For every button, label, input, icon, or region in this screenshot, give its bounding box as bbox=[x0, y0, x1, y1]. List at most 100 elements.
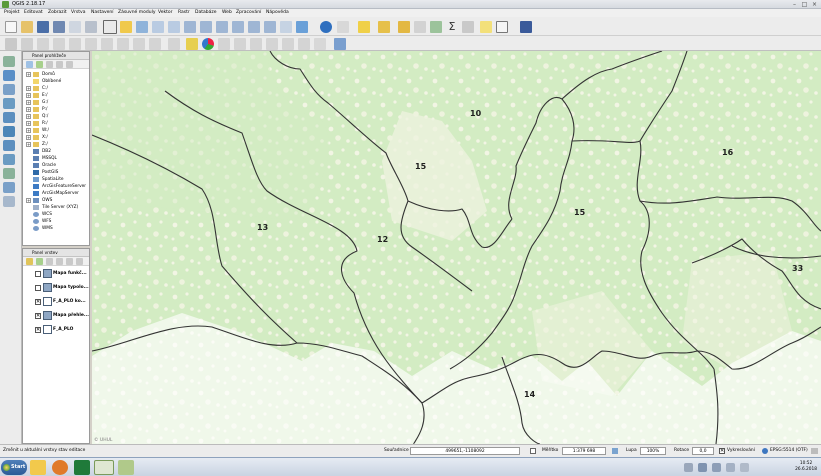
styling-icon[interactable] bbox=[26, 258, 33, 265]
layer-visibility-checkbox[interactable] bbox=[35, 285, 41, 291]
add-vector-layer-icon[interactable] bbox=[3, 56, 15, 67]
pin-labels-icon[interactable] bbox=[218, 38, 230, 50]
render-checkbox[interactable]: ✕ bbox=[719, 448, 725, 454]
move-label-icon[interactable] bbox=[250, 38, 262, 50]
undo-icon[interactable] bbox=[168, 38, 180, 50]
label-properties-icon[interactable] bbox=[298, 38, 310, 50]
cut-features-icon[interactable] bbox=[117, 38, 129, 50]
sum-icon[interactable]: Σ bbox=[446, 21, 458, 33]
zoom-selection-icon[interactable] bbox=[232, 21, 244, 33]
menu-rastr[interactable]: Rastr bbox=[178, 10, 190, 15]
add-virtual-layer-icon[interactable] bbox=[3, 182, 15, 193]
menu-databaze[interactable]: Databáze bbox=[195, 10, 217, 15]
collapse-all-icon[interactable] bbox=[56, 61, 63, 68]
refresh-browser-icon[interactable] bbox=[26, 61, 33, 68]
add-wms-layer-icon[interactable] bbox=[3, 126, 15, 137]
toggle-editing-icon[interactable] bbox=[314, 38, 326, 50]
add-selected-layers-icon[interactable] bbox=[36, 61, 43, 68]
menu-vrstva[interactable]: Vrstva bbox=[71, 10, 85, 15]
media-player-taskbar-icon[interactable] bbox=[52, 460, 68, 475]
new-shapefile-icon[interactable] bbox=[3, 196, 15, 207]
deselect-icon[interactable] bbox=[398, 21, 410, 33]
network-tray-icon[interactable] bbox=[698, 463, 707, 472]
text-annotation-icon[interactable] bbox=[496, 21, 508, 33]
qgis-taskbar-icon[interactable] bbox=[94, 460, 114, 475]
add-wcs-layer-icon[interactable] bbox=[3, 140, 15, 151]
filter-legend-icon[interactable] bbox=[56, 258, 63, 265]
label-tool-icon[interactable] bbox=[186, 38, 198, 50]
paste-features-icon[interactable] bbox=[149, 38, 161, 50]
add-postgis-layer-icon[interactable] bbox=[3, 84, 15, 95]
layer-visibility-checkbox[interactable]: ✕ bbox=[35, 313, 41, 319]
map-tips-icon[interactable] bbox=[480, 21, 492, 33]
explorer-taskbar-icon[interactable] bbox=[30, 460, 46, 475]
zoom-out-icon[interactable] bbox=[168, 21, 180, 33]
expand-icon[interactable]: + bbox=[26, 86, 31, 91]
messages-icon[interactable] bbox=[811, 448, 818, 454]
print-composer-icon[interactable] bbox=[69, 21, 81, 33]
minimize-button[interactable]: – bbox=[790, 1, 799, 8]
keyboard-tray-icon[interactable] bbox=[712, 463, 721, 472]
expand-all-icon[interactable] bbox=[66, 258, 73, 265]
pan-to-selection-icon[interactable] bbox=[136, 21, 148, 33]
crs-label[interactable]: EPSG:5514 (OTF) bbox=[770, 448, 808, 453]
menu-web[interactable]: Web bbox=[222, 10, 232, 15]
expand-icon[interactable]: + bbox=[26, 142, 31, 147]
copy-features-icon[interactable] bbox=[133, 38, 145, 50]
save-edits-icon[interactable] bbox=[37, 38, 49, 50]
change-label-icon[interactable] bbox=[282, 38, 294, 50]
properties-icon[interactable] bbox=[66, 61, 73, 68]
rotate-label-icon[interactable] bbox=[266, 38, 278, 50]
filter-icon[interactable] bbox=[46, 61, 53, 68]
add-feature-icon[interactable] bbox=[53, 38, 65, 50]
layer-visibility-checkbox[interactable]: ✕ bbox=[35, 299, 41, 305]
menu-zpracovani[interactable]: Zpracování bbox=[236, 10, 261, 15]
new-project-icon[interactable] bbox=[5, 21, 17, 33]
menu-projekt[interactable]: Projekt bbox=[4, 10, 20, 15]
close-button[interactable]: × bbox=[810, 1, 819, 8]
map-canvas[interactable]: 10 15 16 13 12 15 33 14 © UHUL bbox=[92, 51, 821, 444]
python-console-icon[interactable] bbox=[520, 21, 532, 33]
show-hide-labels-icon[interactable] bbox=[234, 38, 246, 50]
delete-selected-icon[interactable] bbox=[101, 38, 113, 50]
measure-icon[interactable] bbox=[462, 21, 474, 33]
volume-tray-icon[interactable] bbox=[726, 463, 735, 472]
excel-taskbar-icon[interactable] bbox=[74, 460, 90, 475]
menu-nastaveni[interactable]: Nastavení bbox=[91, 10, 114, 15]
add-spatialite-layer-icon[interactable] bbox=[3, 98, 15, 109]
toggle-editing-icon[interactable] bbox=[21, 38, 33, 50]
manage-map-themes-icon[interactable] bbox=[46, 258, 53, 265]
layer-visibility-checkbox[interactable]: ✕ bbox=[35, 327, 41, 333]
pan-icon[interactable] bbox=[103, 20, 117, 34]
collapse-all-icon[interactable] bbox=[76, 258, 83, 265]
node-tool-icon[interactable] bbox=[85, 38, 97, 50]
expand-icon[interactable]: + bbox=[26, 135, 31, 140]
expand-icon[interactable]: + bbox=[26, 114, 31, 119]
zoom-actual-icon[interactable] bbox=[184, 21, 196, 33]
menu-vektor[interactable]: Vektor bbox=[158, 10, 172, 15]
lock-scale-icon[interactable] bbox=[612, 448, 618, 454]
select-by-expression-icon[interactable] bbox=[378, 21, 390, 33]
rotation-field[interactable]: 0,0 bbox=[692, 447, 714, 455]
statistics-icon[interactable] bbox=[430, 21, 442, 33]
zoom-last-icon[interactable] bbox=[248, 21, 260, 33]
add-wfs-layer-icon[interactable] bbox=[3, 154, 15, 165]
app-taskbar-icon[interactable] bbox=[118, 460, 134, 475]
open-project-icon[interactable] bbox=[21, 21, 33, 33]
composer-manager-icon[interactable] bbox=[85, 21, 97, 33]
system-clock[interactable]: 10:52 26.6.2018 bbox=[795, 461, 817, 473]
menu-editovat[interactable]: Editovat bbox=[24, 10, 43, 15]
menu-napoveda[interactable]: Nápověda bbox=[266, 10, 289, 15]
layer-visibility-checkbox[interactable] bbox=[35, 271, 41, 277]
save-project-icon[interactable] bbox=[37, 21, 49, 33]
run-action-icon[interactable] bbox=[337, 21, 349, 33]
add-group-icon[interactable] bbox=[36, 258, 43, 265]
flag-tray-icon[interactable] bbox=[740, 463, 749, 472]
zoom-layer-icon[interactable] bbox=[216, 21, 228, 33]
coordinate-toggle-icon[interactable] bbox=[530, 448, 536, 454]
tray-icon[interactable] bbox=[684, 463, 693, 472]
zoom-in-icon[interactable] bbox=[152, 21, 164, 33]
zoom-full-icon[interactable] bbox=[200, 21, 212, 33]
diagram-icon[interactable] bbox=[202, 38, 214, 50]
magnifier-field[interactable]: 100% bbox=[640, 447, 666, 455]
